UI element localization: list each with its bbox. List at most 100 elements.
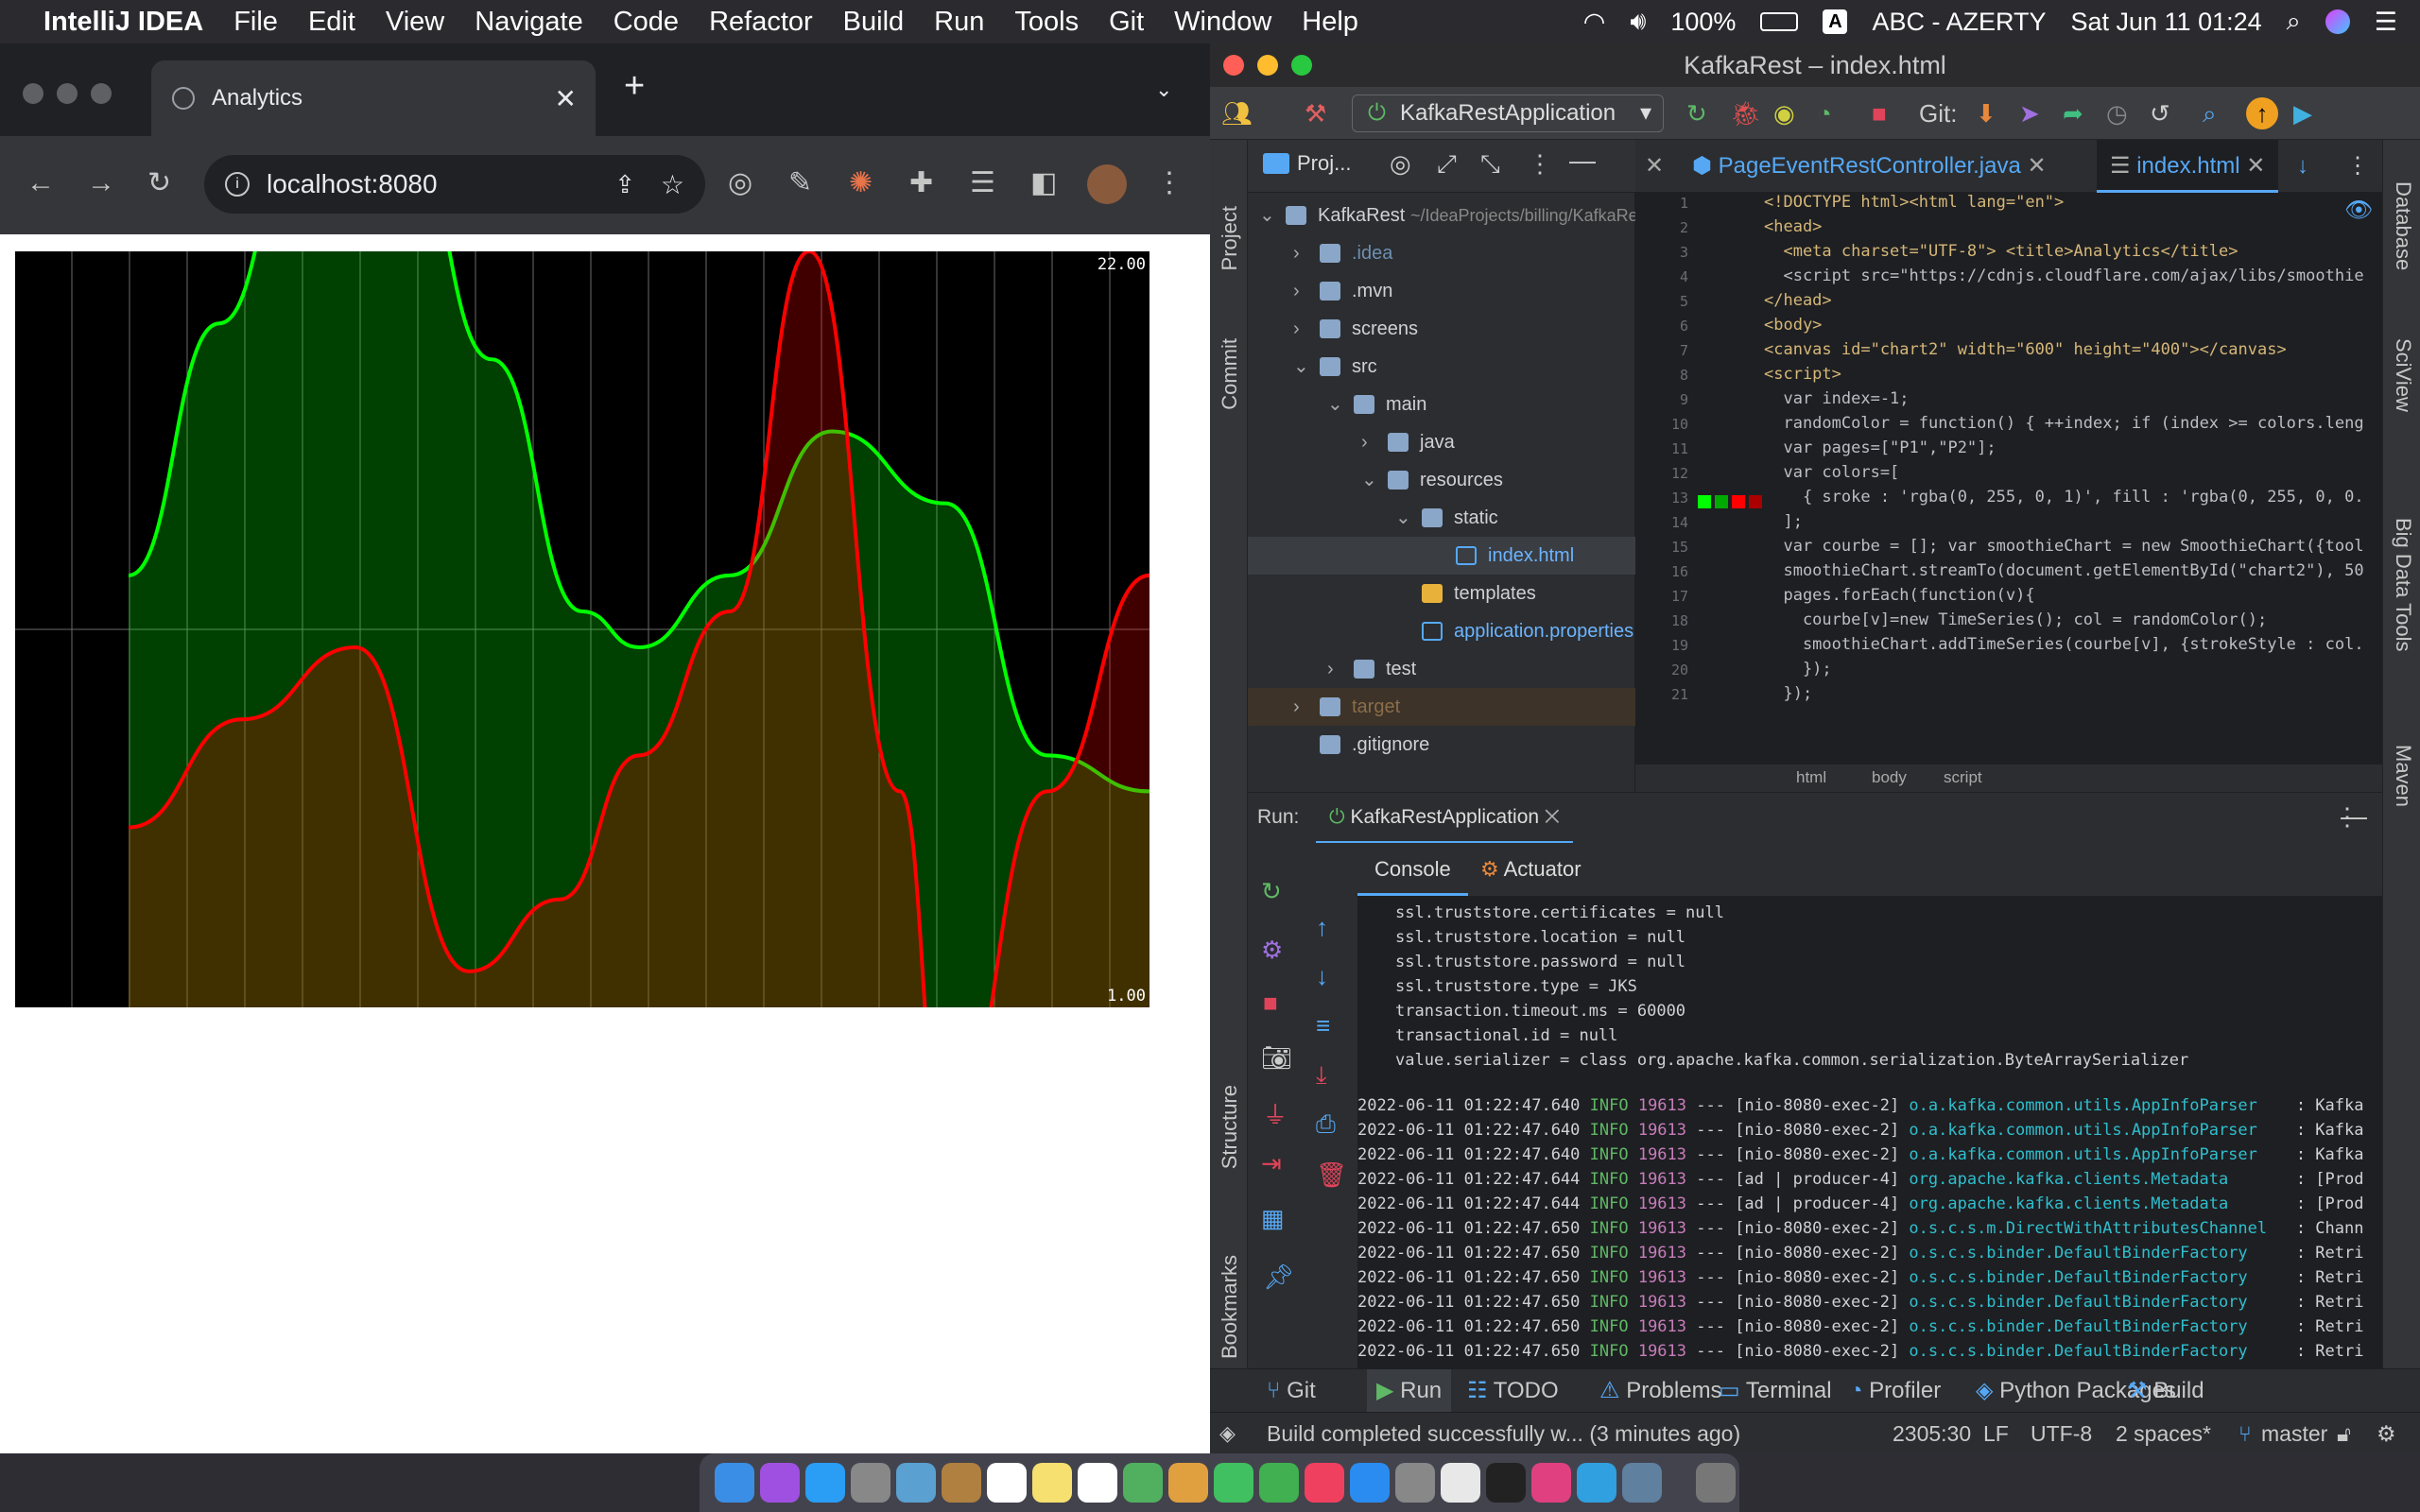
tool-tab-terminal[interactable]: ▭ Terminal xyxy=(1719,1369,1832,1413)
stop-icon[interactable]: ■ xyxy=(1263,988,1278,1018)
tool-project[interactable]: Project xyxy=(1218,206,1242,270)
dock-intellij-icon[interactable] xyxy=(1531,1463,1571,1503)
jetbrains-toolbox-icon[interactable]: ▶ xyxy=(2293,94,2312,132)
layers-icon[interactable]: ◈ xyxy=(1219,1413,1236,1454)
bookmark-star-icon[interactable]: ☆ xyxy=(661,169,684,200)
pin-icon[interactable]: 📌︎ xyxy=(1263,1263,1294,1292)
tab-actuator[interactable]: ⚙ Actuator xyxy=(1480,843,1582,896)
dock-finder-icon[interactable] xyxy=(715,1463,754,1503)
clock[interactable]: Sat Jun 11 01:24 xyxy=(2070,8,2261,37)
tree-node[interactable]: .gitignore xyxy=(1248,726,1635,764)
preview-eye-icon[interactable]: 👁︎ xyxy=(2344,197,2373,224)
stop-icon[interactable]: ■ xyxy=(1872,94,1887,132)
menu-help[interactable]: Help xyxy=(1302,7,1358,38)
chevron-down-icon[interactable]: ⌄ xyxy=(1293,348,1309,386)
dock-photos-icon[interactable] xyxy=(1168,1463,1208,1503)
dock-chrome-icon[interactable] xyxy=(1441,1463,1480,1503)
rollback-icon[interactable]: ↺ xyxy=(2150,94,2170,132)
tree-node[interactable]: ⌄ static xyxy=(1248,499,1635,537)
color-swatch[interactable] xyxy=(1698,495,1711,508)
collapse-all-icon[interactable]: ⤡ xyxy=(1480,149,1500,180)
chrome-menu-icon[interactable]: ⋮ xyxy=(1155,164,1184,202)
git-history-icon[interactable]: ◷ xyxy=(2106,94,2128,132)
layout-icon[interactable]: ▦ xyxy=(1261,1204,1285,1233)
siri-icon[interactable] xyxy=(2325,9,2350,34)
color-swatch[interactable] xyxy=(1732,495,1745,508)
menu-view[interactable]: View xyxy=(386,7,444,38)
ide-zoom-button[interactable] xyxy=(1291,55,1312,76)
ide-minimize-button[interactable] xyxy=(1257,55,1278,76)
tool-commit[interactable]: Commit xyxy=(1218,338,1242,410)
chevron-right-icon[interactable]: › xyxy=(1293,310,1300,348)
dock-app-store-icon[interactable] xyxy=(1350,1463,1390,1503)
menu-edit[interactable]: Edit xyxy=(308,7,355,38)
close-window-button[interactable] xyxy=(23,83,43,104)
code-line[interactable]: <!DOCTYPE html><html lang="en"> xyxy=(1764,193,2064,212)
recent-files-icon[interactable]: ↓ xyxy=(2297,140,2308,193)
tree-node[interactable]: › target xyxy=(1248,688,1635,726)
tree-node[interactable]: ⌄ main xyxy=(1248,386,1635,423)
caret-position[interactable]: 2305:30 xyxy=(1893,1413,1971,1454)
zoom-window-button[interactable] xyxy=(91,83,112,104)
settings-gear-icon[interactable]: ⚙ xyxy=(1261,936,1283,965)
git-update-icon[interactable]: ⬇ xyxy=(1976,94,1996,132)
dock-terminal-icon[interactable] xyxy=(1486,1463,1526,1503)
tool-structure[interactable]: Structure xyxy=(1218,1085,1242,1169)
chevron-right-icon[interactable]: › xyxy=(1293,688,1300,726)
keyboard-layout[interactable]: ABC - AZERTY xyxy=(1872,8,2046,37)
notifications-icon[interactable]: ⚙ xyxy=(2377,1413,2396,1454)
media-control-icon[interactable]: ☰ xyxy=(970,164,995,202)
menu-refactor[interactable]: Refactor xyxy=(709,7,813,38)
tree-node[interactable]: ⌄ KafkaRest ~/IdeaProjects/billing/KafkaRe… xyxy=(1248,197,1651,234)
address-bar[interactable]: i localhost:8080 ⇪ ☆ xyxy=(204,155,705,214)
tab-close-icon[interactable]: ✕ xyxy=(2246,153,2265,179)
profile-avatar[interactable] xyxy=(1087,164,1127,204)
menu-code[interactable]: Code xyxy=(614,7,679,38)
code-line[interactable]: courbe[v]=new TimeSeries(); col = random… xyxy=(1764,610,2267,629)
run-configuration-select[interactable]: ⏻ KafkaRestApplication ▾ xyxy=(1352,94,1664,132)
debug-bug-icon[interactable]: 🐞︎ xyxy=(1730,94,1761,132)
share-icon[interactable]: ⇪ xyxy=(614,170,635,199)
tool-big-data-tools[interactable]: Big Data Tools xyxy=(2391,518,2415,651)
chevron-down-icon[interactable]: ⌄ xyxy=(1259,197,1275,234)
dock-notes-icon[interactable] xyxy=(1032,1463,1072,1503)
camera-icon[interactable]: 📷︎ xyxy=(1261,1043,1292,1073)
menu-run[interactable]: Run xyxy=(934,7,984,38)
code-line[interactable]: var colors=[ xyxy=(1764,463,1899,482)
git-commit-icon[interactable]: ➤ xyxy=(2019,94,2040,132)
tool-tab-run[interactable]: ▶ Run xyxy=(1367,1369,1452,1413)
new-tab-button[interactable]: + xyxy=(624,66,645,107)
chevron-right-icon[interactable]: › xyxy=(1361,423,1368,461)
tab-pageeventrestcontroller[interactable]: ⬢ PageEventRestController.java ✕ xyxy=(1692,140,2047,193)
back-button-icon[interactable]: ← xyxy=(26,164,55,202)
dock-maps-icon[interactable] xyxy=(1123,1463,1163,1503)
extension-film-icon[interactable]: ✺ xyxy=(849,164,873,202)
tab-search-icon[interactable]: ⌄ xyxy=(1155,77,1172,102)
git-branch[interactable]: master xyxy=(2261,1413,2327,1454)
code-line[interactable]: <canvas id="chart2" width="600" height="… xyxy=(1764,340,2287,359)
battery-percent[interactable]: 100% xyxy=(1670,8,1736,37)
tree-node[interactable]: ⌄ src xyxy=(1248,348,1635,386)
dock-safari-icon[interactable] xyxy=(805,1463,845,1503)
menu-git[interactable]: Git xyxy=(1109,7,1144,38)
users-icon[interactable]: 👥︎ xyxy=(1221,94,1253,132)
profile-run-icon[interactable]: ◔ xyxy=(1817,94,1832,132)
code-line[interactable]: }); xyxy=(1764,660,1832,679)
console-output[interactable]: ssl.truststore.certificates = null ssl.tr… xyxy=(1357,896,2382,1406)
dock-reminders-icon[interactable] xyxy=(1078,1463,1117,1503)
status-message[interactable]: Build completed successfully w... (3 min… xyxy=(1267,1413,1740,1454)
coverage-icon[interactable]: ◉ xyxy=(1773,94,1795,132)
extensions-puzzle-icon[interactable]: ✚ xyxy=(909,164,933,202)
code-line[interactable]: { sroke : 'rgba(0, 255, 0, 1)', fill : '… xyxy=(1764,488,2364,507)
code-line[interactable]: <body> xyxy=(1764,316,1822,335)
code-line[interactable]: <script> xyxy=(1764,365,1841,384)
code-line[interactable]: pages.forEach(function(v){ xyxy=(1764,586,2034,605)
tree-node[interactable]: application.properties xyxy=(1248,612,1635,650)
chevron-down-icon[interactable]: ⌄ xyxy=(1395,499,1411,537)
rerun-icon[interactable]: ↻ xyxy=(1261,877,1282,906)
scroll-down-icon[interactable]: ↓ xyxy=(1316,962,1328,991)
menu-app-name[interactable]: IntelliJ IDEA xyxy=(43,7,203,38)
tree-node[interactable]: templates xyxy=(1248,575,1635,612)
dock-preview-icon[interactable] xyxy=(896,1463,936,1503)
tab-index-html[interactable]: ☰ index.html ✕ xyxy=(2097,140,2279,193)
